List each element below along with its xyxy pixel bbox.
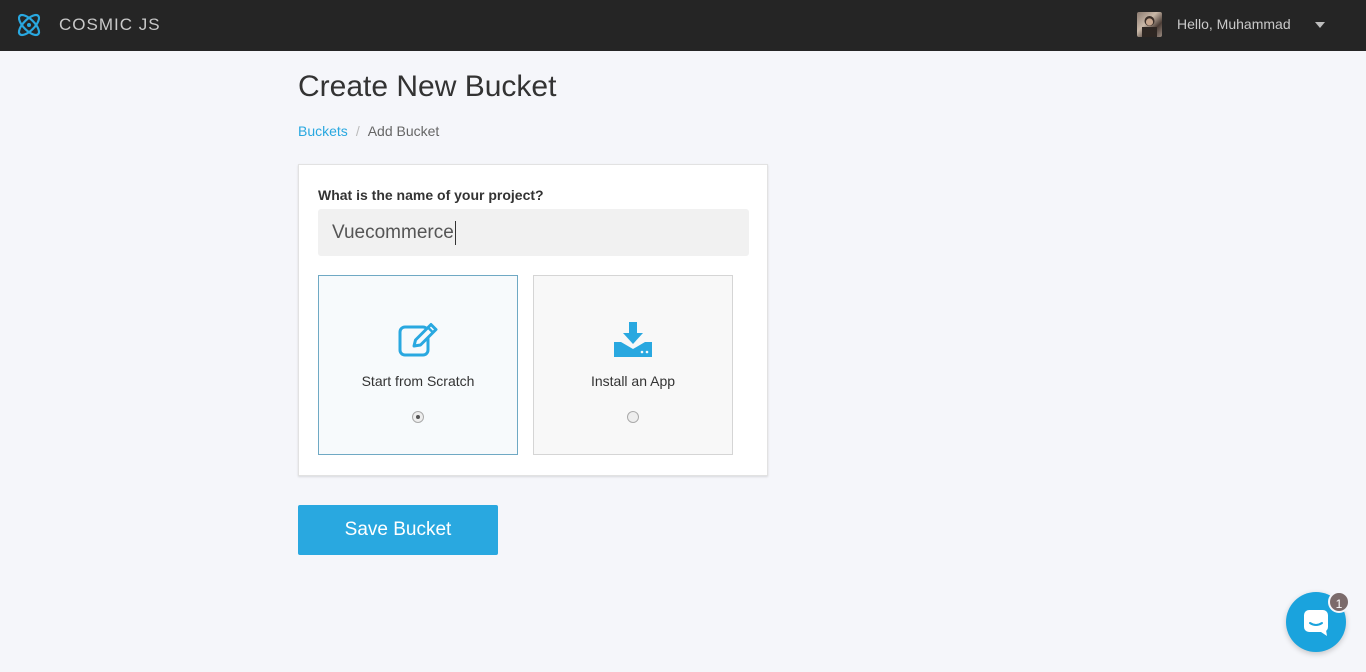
download-icon	[614, 322, 652, 357]
option-label: Install an App	[590, 373, 676, 389]
cosmic-atom-icon[interactable]	[14, 10, 44, 40]
option-start-from-scratch[interactable]: Start from Scratch	[318, 275, 518, 455]
project-name-input[interactable]	[318, 209, 749, 256]
breadcrumb-separator: /	[355, 123, 360, 139]
text-cursor	[455, 221, 456, 245]
radio-start-from-scratch[interactable]	[412, 411, 424, 423]
brand-name[interactable]: COSMIC JS	[59, 15, 161, 35]
breadcrumb-current: Add Bucket	[367, 123, 440, 139]
create-bucket-card: What is the name of your project? Start …	[298, 164, 768, 476]
user-greeting[interactable]: Hello, Muhammad	[1177, 16, 1291, 32]
top-navbar: COSMIC JS Hello, Muhammad	[0, 0, 1366, 51]
notification-badge: 1	[1328, 591, 1350, 613]
option-label: Start from Scratch	[361, 373, 475, 389]
project-name-label: What is the name of your project?	[318, 187, 544, 203]
save-bucket-button[interactable]: Save Bucket	[298, 505, 498, 555]
edit-icon	[398, 323, 438, 357]
avatar[interactable]	[1137, 12, 1162, 37]
breadcrumb: Buckets / Add Bucket	[298, 123, 439, 139]
caret-down-icon[interactable]	[1315, 22, 1325, 28]
page-title: Create New Bucket	[298, 70, 557, 103]
breadcrumb-link-buckets[interactable]: Buckets	[298, 123, 348, 139]
option-install-an-app[interactable]: Install an App	[533, 275, 733, 455]
radio-install-an-app[interactable]	[627, 411, 639, 423]
chat-icon	[1304, 610, 1328, 636]
